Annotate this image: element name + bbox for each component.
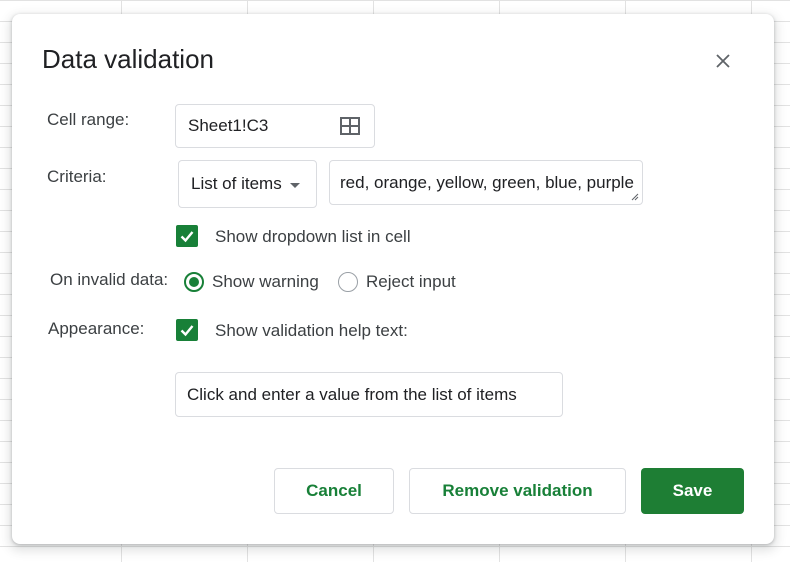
reject-input-label: Reject input [366, 272, 456, 291]
help-text-value: Click and enter a value from the list of… [187, 384, 517, 404]
checkmark-icon [180, 325, 194, 337]
criteria-items-value: red, orange, yellow, green, blue, purple [340, 172, 634, 192]
show-dropdown-label: Show dropdown list in cell [215, 227, 411, 246]
resize-handle-icon[interactable] [631, 193, 639, 201]
show-help-text-label: Show validation help text: [215, 321, 408, 340]
reject-input-radio[interactable] [338, 272, 358, 292]
close-button[interactable] [708, 46, 738, 76]
save-button[interactable]: Save [641, 468, 744, 514]
grid-select-icon[interactable] [340, 117, 360, 135]
show-warning-radio[interactable] [184, 272, 204, 292]
show-help-text-checkbox[interactable] [176, 319, 198, 341]
close-icon [716, 54, 730, 68]
cancel-button[interactable]: Cancel [274, 468, 394, 514]
show-dropdown-checkbox[interactable] [176, 225, 198, 247]
data-validation-dialog: Data validation Cell range: Sheet1!C3 Cr… [12, 14, 774, 544]
invalid-data-label: On invalid data: [50, 270, 169, 289]
chevron-down-icon [289, 182, 300, 188]
criteria-type-select[interactable]: List of items [178, 160, 317, 208]
criteria-label: Criteria: [47, 167, 107, 186]
help-text-input[interactable]: Click and enter a value from the list of… [175, 372, 563, 417]
dialog-title: Data validation [42, 44, 214, 74]
cell-range-input[interactable]: Sheet1!C3 [175, 104, 375, 148]
show-warning-label: Show warning [212, 272, 319, 291]
criteria-items-input[interactable]: red, orange, yellow, green, blue, purple [329, 160, 643, 205]
checkmark-icon [180, 231, 194, 243]
appearance-label: Appearance: [48, 319, 145, 338]
remove-validation-button[interactable]: Remove validation [409, 468, 626, 514]
criteria-type-value: List of items [191, 174, 282, 193]
cell-range-label: Cell range: [47, 110, 130, 129]
